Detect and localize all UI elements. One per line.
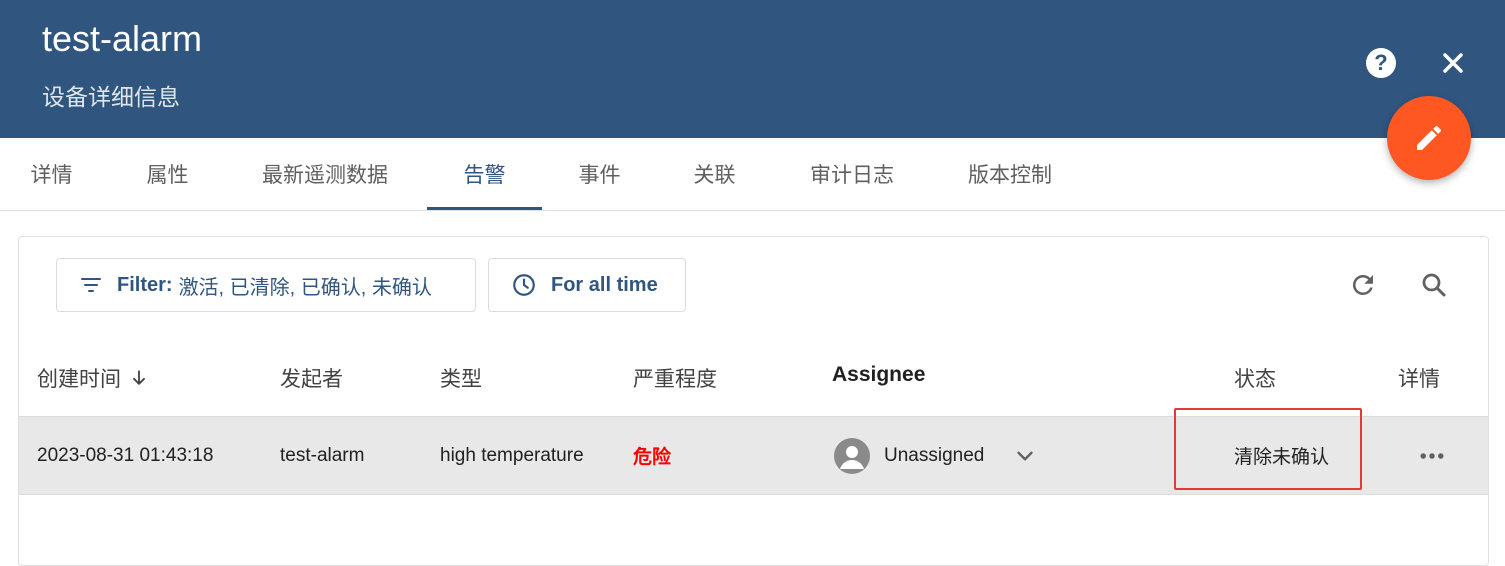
assignee-select[interactable]: Unassigned: [834, 417, 1038, 494]
cell-type: high temperature: [440, 444, 584, 466]
column-status[interactable]: 状态: [1234, 363, 1276, 393]
filter-value: 激活, 已清除, 已确认, 未确认: [178, 276, 432, 299]
search-icon: [1422, 273, 1446, 297]
clock-icon: [513, 274, 535, 296]
assignee-value: Unassigned: [884, 444, 985, 466]
tab-events[interactable]: 事件: [542, 138, 657, 210]
search-button[interactable]: [1414, 265, 1454, 305]
tab-latest-telemetry[interactable]: 最新遥测数据: [240, 138, 410, 210]
tab-version-control[interactable]: 版本控制: [945, 138, 1075, 210]
filter-button[interactable]: Filter: 激活, 已清除, 已确认, 未确认: [56, 258, 476, 312]
tab-details[interactable]: 详情: [0, 138, 103, 210]
tab-bar: 详情 属性 最新遥测数据 告警 事件 关联 审计日志 版本控制: [0, 138, 1505, 211]
chevron-down-icon: [1017, 451, 1034, 460]
filter-list-icon: [81, 278, 101, 292]
tab-audit-logs[interactable]: 审计日志: [790, 138, 914, 210]
status-highlight-box: [1174, 408, 1362, 490]
column-type[interactable]: 类型: [440, 363, 482, 393]
page-subtitle: 设备详细信息: [42, 84, 180, 110]
column-details: 详情: [1398, 368, 1440, 391]
cell-created-time: 2023-08-31 01:43:18: [37, 444, 214, 466]
avatar-icon: [834, 437, 870, 474]
more-horiz-icon: [1420, 452, 1444, 459]
column-created-time-label: 创建时间: [37, 368, 121, 391]
tab-relations[interactable]: 关联: [657, 138, 772, 210]
tab-attributes[interactable]: 属性: [110, 138, 225, 210]
more-actions-button[interactable]: [1417, 417, 1447, 494]
tab-alarms[interactable]: 告警: [427, 138, 542, 210]
close-icon[interactable]: [1437, 47, 1469, 79]
edit-fab-button[interactable]: [1387, 96, 1471, 180]
page-title: test-alarm: [42, 18, 203, 59]
cell-severity: 危险: [633, 447, 672, 468]
filter-label: Filter:: [117, 273, 173, 296]
column-created-time[interactable]: 创建时间: [37, 363, 149, 393]
alarms-card: Filter: 激活, 已清除, 已确认, 未确认 For all time 创…: [18, 236, 1489, 566]
column-assignee[interactable]: Assignee: [832, 363, 925, 387]
column-originator[interactable]: 发起者: [280, 363, 343, 393]
cell-originator: test-alarm: [280, 444, 365, 466]
dialog-header: test-alarm 设备详细信息 ?: [0, 0, 1505, 138]
column-severity[interactable]: 严重程度: [633, 363, 717, 393]
arrow-down-icon: [133, 370, 145, 385]
help-icon[interactable]: ?: [1366, 48, 1396, 78]
time-window-label: For all time: [551, 273, 658, 296]
refresh-icon: [1352, 274, 1373, 295]
active-tab-indicator: [427, 207, 542, 210]
time-window-button[interactable]: For all time: [488, 258, 686, 312]
refresh-button[interactable]: [1343, 265, 1383, 305]
pencil-icon: [1417, 125, 1442, 150]
